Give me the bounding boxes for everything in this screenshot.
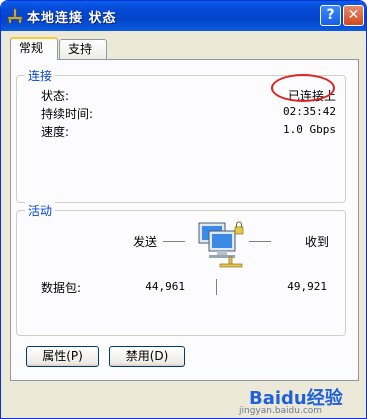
sent-line	[163, 241, 185, 242]
status-label: 状态:	[41, 89, 70, 103]
title-bar[interactable]: 本地连接 状态 ? ✕	[1, 1, 366, 31]
network-connection-icon	[7, 8, 23, 24]
help-button[interactable]: ?	[320, 5, 341, 26]
speed-value: 1.0 Gbps	[283, 123, 336, 136]
baidu-watermark: Baidu经验 jingyan.baidu.com	[239, 386, 364, 418]
sent-label: 发送	[133, 235, 158, 249]
received-line	[249, 241, 271, 242]
sent-packets-value: 44,961	[145, 280, 185, 293]
status-dialog: 本地连接 状态 ? ✕ 常规 支持 连接 状态: 已连接上 持续时间: 02:3…	[0, 0, 367, 419]
connection-group-title: 连接	[25, 67, 56, 84]
speed-label: 速度:	[41, 125, 70, 139]
received-packets-value: 49,921	[287, 280, 327, 293]
duration-value: 02:35:42	[283, 105, 336, 118]
properties-button[interactable]: 属性(P)	[26, 346, 99, 367]
packets-label: 数据包:	[41, 281, 82, 295]
duration-label: 持续时间:	[41, 107, 94, 121]
disable-button[interactable]: 禁用(D)	[109, 346, 185, 367]
activity-group-title: 活动	[25, 202, 56, 219]
received-label: 收到	[305, 235, 330, 249]
tab-general[interactable]: 常规	[10, 37, 58, 60]
red-annotation-circle	[271, 74, 335, 102]
activity-group	[16, 210, 346, 336]
window-title: 本地连接 状态	[27, 11, 117, 26]
watermark-url: jingyan.baidu.com	[239, 406, 323, 416]
tab-support[interactable]: 支持	[59, 39, 107, 59]
close-button[interactable]: ✕	[343, 5, 364, 26]
network-activity-icon	[198, 221, 244, 268]
divider-line	[216, 279, 217, 295]
